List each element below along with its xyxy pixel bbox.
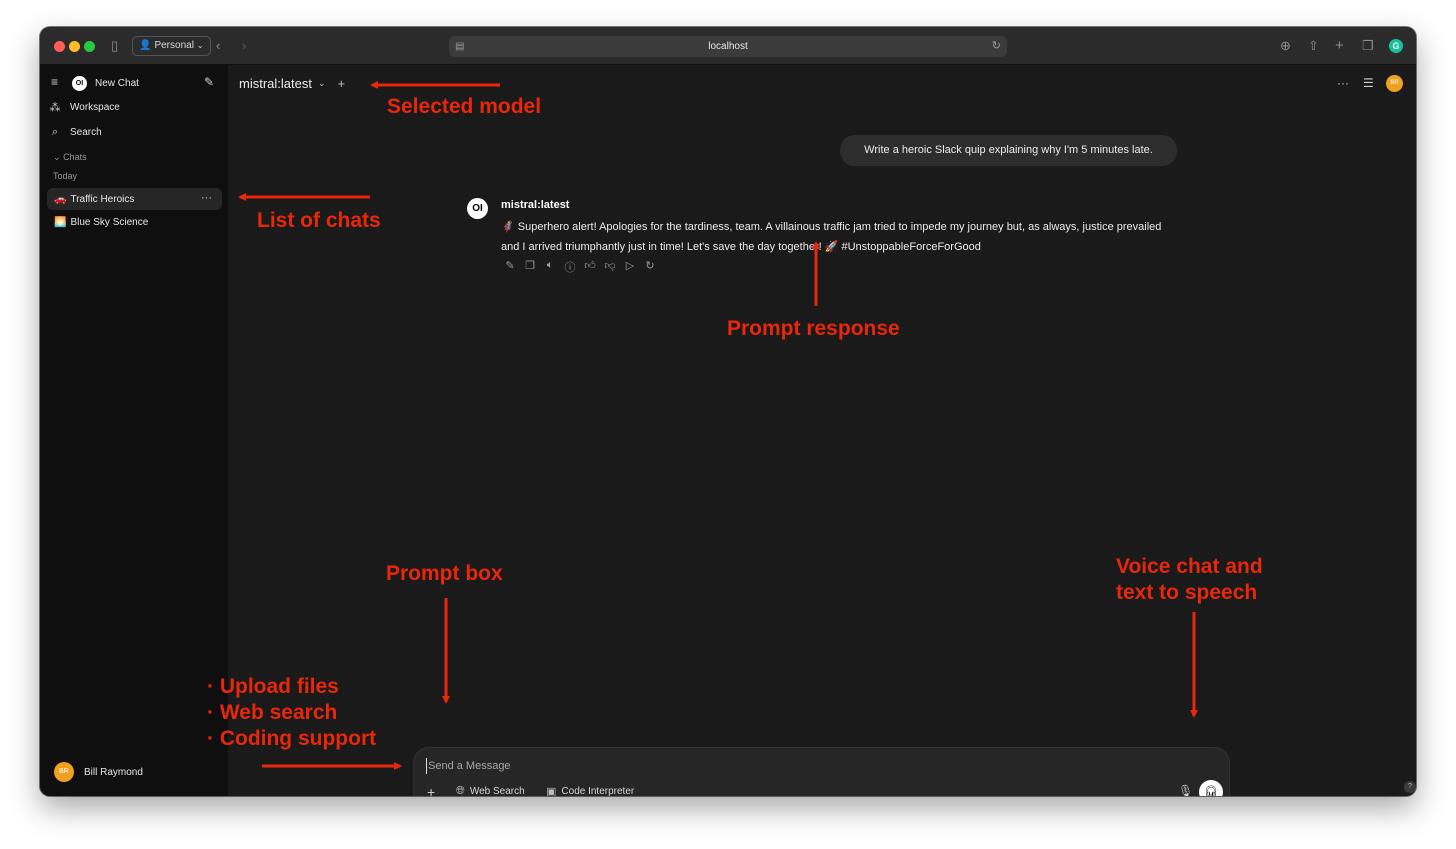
more-options-icon[interactable]: ··· <box>1337 76 1349 90</box>
chevron-down-icon: ⌄ <box>317 78 326 88</box>
annotation-voice-chat-line2: text to speech <box>1116 581 1258 604</box>
annotation-list-of-chats: List of chats <box>257 209 381 232</box>
person-icon: 👤 <box>139 40 152 51</box>
info-icon[interactable]: ⓘ <box>564 259 576 275</box>
web-search-button[interactable]: 🌐︎ Web Search <box>456 785 525 796</box>
avatar: BR <box>54 762 74 782</box>
sidebar-item-search[interactable]: ⌕ Search <box>46 121 222 143</box>
chat-title: Blue Sky Science <box>70 216 149 228</box>
annotation-web-search-text: Web search <box>219 701 338 724</box>
chat-emoji: 🌅 <box>54 216 67 228</box>
forward-icon[interactable]: › <box>242 38 246 54</box>
chats-section-toggle[interactable]: ⌄ Chats <box>53 152 87 163</box>
avatar[interactable]: BR <box>1386 75 1403 92</box>
browser-titlebar: ▯ 👤 Personal ⌄ ‹ › ▤ localhost ↻ ⊕ ⇧ + ❐… <box>40 27 1416 65</box>
thumbs-down-icon[interactable]: 👎︎ <box>604 259 616 275</box>
message-actions: ✎ ❒ 🔈︎ ⓘ 👍︎ 👎︎ ▷ ↻ <box>504 259 656 275</box>
address-bar[interactable]: ▤ localhost ↻ <box>449 36 1007 57</box>
user-menu[interactable]: BR Bill Raymond <box>54 762 143 782</box>
page-settings-icon[interactable]: ▤ <box>455 36 464 57</box>
annotation-prompt-response: Prompt response <box>727 317 900 340</box>
grid-icon: ⁂ <box>49 101 61 114</box>
annotation-voice-chat-line1: Voice chat and <box>1116 555 1263 578</box>
play-icon[interactable]: ▷ <box>624 259 636 275</box>
search-label: Search <box>70 126 102 138</box>
thumbs-up-icon[interactable]: 👍︎ <box>584 259 596 275</box>
headphones-icon: 🎧︎ <box>1204 786 1218 796</box>
annotation-upload-files-text: Upload files <box>219 675 339 698</box>
globe-icon: 🌐︎ <box>456 785 465 796</box>
chat-emoji: 🚗 <box>54 193 67 205</box>
workspace-label: Workspace <box>70 101 120 113</box>
assistant-name: mistral:latest <box>501 199 570 211</box>
chat-item[interactable]: 🌅 Blue Sky Science <box>47 211 222 233</box>
assistant-logo-icon: OI <box>467 198 488 219</box>
copy-icon[interactable]: ❒ <box>524 259 536 275</box>
chevron-down-icon: ⌄ <box>53 152 61 162</box>
annotation-coding-support-text: Coding support <box>219 727 377 750</box>
prompt-box: + 🌐︎ Web Search ▣ Code Interpreter 🎙︎ 🎧︎ <box>413 747 1230 796</box>
grammarly-extension-icon[interactable]: G <box>1389 39 1403 53</box>
annotation-selected-model: Selected model <box>387 95 542 118</box>
profile-label: Personal <box>154 40 194 51</box>
sidebar-toggle-icon[interactable]: ▯ <box>111 38 118 54</box>
openwebui-logo-icon: OI <box>72 75 87 91</box>
chat-title: Traffic Heroics <box>70 193 135 205</box>
compose-icon[interactable]: ✎ <box>204 75 214 89</box>
model-selector[interactable]: mistral:latest ⌄ + <box>239 76 345 91</box>
annotation-coding-support: · Coding support <box>207 727 377 750</box>
annotation-prompt-box: Prompt box <box>386 562 503 585</box>
speaker-icon[interactable]: 🔈︎ <box>544 259 556 275</box>
maximize-window-button[interactable] <box>84 41 95 52</box>
user-message: Write a heroic Slack quip explaining why… <box>840 135 1177 166</box>
annotation-upload-files: · Upload files <box>207 675 339 698</box>
message-input[interactable] <box>426 758 1126 774</box>
regenerate-icon[interactable]: ↻ <box>644 259 656 275</box>
add-attachment-icon[interactable]: + <box>427 784 435 796</box>
web-search-label: Web Search <box>469 786 525 796</box>
model-name: mistral:latest <box>239 76 312 91</box>
today-label: Today <box>53 171 78 181</box>
download-icon[interactable]: ⊕ <box>1280 38 1291 54</box>
share-icon[interactable]: ⇧ <box>1308 38 1319 54</box>
new-chat-label: New Chat <box>95 77 139 89</box>
more-options-icon[interactable]: ··· <box>201 192 212 204</box>
search-icon: ⌕ <box>51 125 59 138</box>
chats-section-label: Chats <box>63 152 87 162</box>
reload-icon[interactable]: ↻ <box>992 36 1001 57</box>
profile-switcher[interactable]: 👤 Personal ⌄ <box>132 36 211 56</box>
sidebar: ≡ OI New Chat ✎ ⁂ Workspace ⌕ Search ⌄ C… <box>40 65 228 796</box>
new-tab-icon[interactable]: + <box>1335 38 1344 53</box>
code-interpreter-label: Code Interpreter <box>561 786 635 796</box>
minimize-window-button[interactable] <box>69 41 80 52</box>
code-interpreter-button[interactable]: ▣ Code Interpreter <box>546 785 634 796</box>
annotation-web-search: · Web search <box>207 701 338 724</box>
assistant-message: 🦸 Superhero alert! Apologies for the tar… <box>501 221 1162 253</box>
terminal-icon: ▣ <box>546 786 557 796</box>
controls-icon[interactable]: ☰ <box>1363 76 1374 90</box>
voice-mode-button[interactable]: 🎧︎ <box>1199 780 1223 796</box>
url-text: localhost <box>708 41 748 52</box>
chat-main: mistral:latest ⌄ + ··· ☰ BR Write a hero… <box>228 65 1416 796</box>
close-window-button[interactable] <box>54 41 65 52</box>
chevron-down-icon: ⌄ <box>196 41 204 50</box>
user-name: Bill Raymond <box>84 766 143 778</box>
microphone-icon[interactable]: 🎙︎ <box>1178 784 1193 796</box>
new-chat-button[interactable]: OI New Chat <box>46 72 222 94</box>
edit-icon[interactable]: ✎ <box>504 259 516 275</box>
help-icon[interactable]: ? <box>1404 781 1416 793</box>
sidebar-item-workspace[interactable]: ⁂ Workspace <box>46 96 222 118</box>
tab-overview-icon[interactable]: ❐ <box>1362 38 1374 54</box>
add-model-icon[interactable]: + <box>338 76 346 91</box>
chat-item[interactable]: 🚗 Traffic Heroics ··· <box>47 188 222 210</box>
back-icon[interactable]: ‹ <box>216 38 220 54</box>
